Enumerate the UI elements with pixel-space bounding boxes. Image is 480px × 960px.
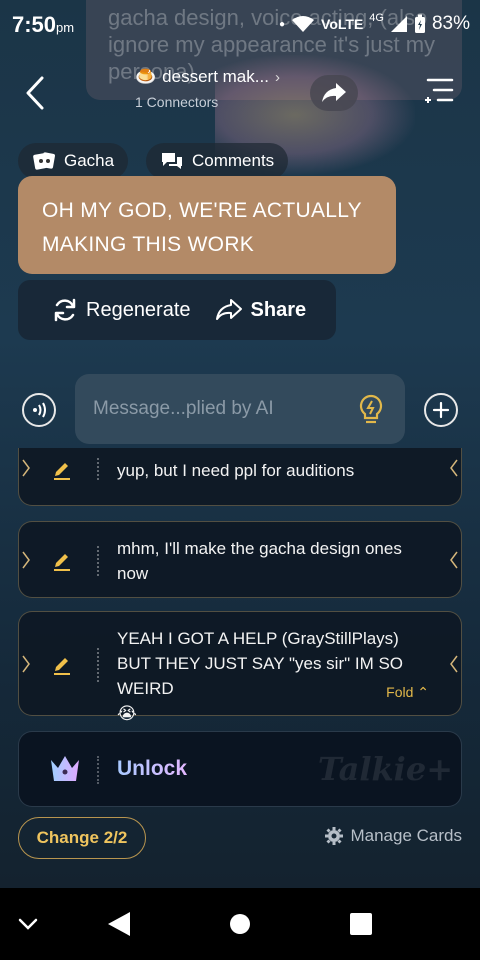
comments-tab[interactable]: Comments — [146, 143, 289, 179]
lightbulb-icon[interactable] — [357, 394, 385, 432]
plus-icon — [432, 401, 450, 419]
divider — [97, 458, 99, 480]
pencil-icon[interactable] — [51, 458, 73, 480]
talkie-watermark: Talkie+ — [317, 750, 453, 788]
system-nav-bar — [0, 888, 480, 960]
chat-title-area[interactable]: 🍮 dessert mak... › 1 Connectors — [135, 67, 280, 110]
gear-icon — [325, 827, 344, 845]
regenerate-label: Regenerate — [86, 298, 191, 321]
add-button[interactable] — [424, 393, 458, 427]
chevron-right-ornament-icon — [22, 551, 30, 569]
fold-button[interactable]: Fold ⌃ — [386, 684, 429, 701]
chevron-left-ornament-icon — [450, 459, 458, 477]
chevron-left-icon — [26, 76, 44, 110]
reply-card[interactable]: yup, but I need ppl for auditions — [18, 448, 462, 506]
back-triangle-icon[interactable] — [106, 910, 132, 938]
chevron-right-ornament-icon — [22, 655, 30, 673]
change-label: Change 2/2 — [36, 828, 128, 847]
connectors-count: 1 Connectors — [135, 94, 219, 110]
title-text: dessert mak... — [162, 67, 269, 86]
divider — [97, 756, 99, 784]
reply-text: mhm, I'll make the gacha design ones now — [117, 539, 402, 583]
share-header-button[interactable] — [310, 75, 358, 111]
divider — [97, 648, 99, 682]
composer: Message...plied by AI — [0, 373, 480, 445]
chevron-left-ornament-icon — [450, 655, 458, 673]
manage-cards-button[interactable]: Manage Cards — [324, 826, 462, 846]
message-input[interactable]: Message...plied by AI — [75, 374, 405, 444]
chat-header: 🍮 dessert mak... › 1 Connectors — [0, 55, 480, 135]
reply-text: YEAH I GOT A HELP (GrayStillPlays) BUT T… — [117, 626, 435, 726]
gacha-label: Gacha — [64, 151, 115, 170]
menu-icon — [425, 78, 454, 103]
regenerate-button[interactable]: Regenerate — [52, 297, 191, 323]
unlock-label: Unlock — [117, 757, 188, 780]
clock-time: 7:50 — [12, 12, 57, 37]
share-label: Share — [250, 298, 307, 321]
ai-message-text: OH MY GOD, WE'RE ACTUALLY MAKING THIS WO… — [42, 199, 362, 256]
voice-button[interactable] — [22, 393, 56, 427]
pencil-icon[interactable] — [51, 549, 73, 571]
recents-square-icon[interactable] — [348, 910, 374, 938]
title-emoji: 🍮 — [135, 67, 157, 86]
divider — [97, 546, 99, 576]
gacha-cards-icon — [33, 152, 55, 170]
chevron-down-icon[interactable] — [16, 914, 40, 934]
change-button[interactable]: Change 2/2 — [18, 817, 146, 859]
chevron-right-ornament-icon — [22, 459, 30, 477]
reply-text-body: YEAH I GOT A HELP (GrayStillPlays) BUT T… — [117, 629, 404, 698]
reply-text: yup, but I need ppl for auditions — [117, 461, 355, 480]
chevron-left-ornament-icon — [450, 551, 458, 569]
brand-name: Talkie — [317, 750, 427, 788]
gacha-tab[interactable]: Gacha — [18, 143, 129, 179]
reply-card[interactable]: YEAH I GOT A HELP (GrayStillPlays) BUT T… — [18, 611, 462, 723]
chat-title: 🍮 dessert mak... › — [135, 67, 280, 87]
clock-ampm: pm — [56, 20, 75, 35]
crown-icon — [51, 756, 79, 781]
comments-icon — [162, 153, 182, 169]
chevron-right-icon: › — [274, 68, 280, 86]
reply-card[interactable]: mhm, I'll make the gacha design ones now — [18, 521, 462, 598]
message-placeholder: Message...plied by AI — [93, 398, 274, 419]
voice-waves-icon — [33, 402, 46, 418]
back-button[interactable] — [20, 75, 50, 111]
pencil-icon[interactable] — [51, 653, 73, 675]
fold-label: Fold — [386, 684, 414, 700]
menu-button[interactable] — [424, 75, 456, 107]
share-outline-icon — [215, 299, 242, 320]
chevron-up-icon: ⌃ — [417, 684, 429, 700]
comments-label: Comments — [192, 151, 275, 170]
crying-emoji: 😭 — [117, 704, 137, 723]
ai-message-bubble[interactable]: OH MY GOD, WE'RE ACTUALLY MAKING THIS WO… — [18, 176, 396, 274]
share-arrow-icon — [322, 83, 346, 102]
message-actions: Regenerate Share — [18, 280, 336, 340]
unlock-card[interactable]: Unlock Talkie+ — [18, 731, 462, 807]
manage-label: Manage Cards — [350, 826, 462, 845]
share-button[interactable]: Share — [215, 298, 307, 322]
refresh-icon — [54, 298, 76, 322]
home-circle-icon[interactable] — [229, 910, 253, 938]
status-time: 7:50pm — [12, 12, 74, 38]
